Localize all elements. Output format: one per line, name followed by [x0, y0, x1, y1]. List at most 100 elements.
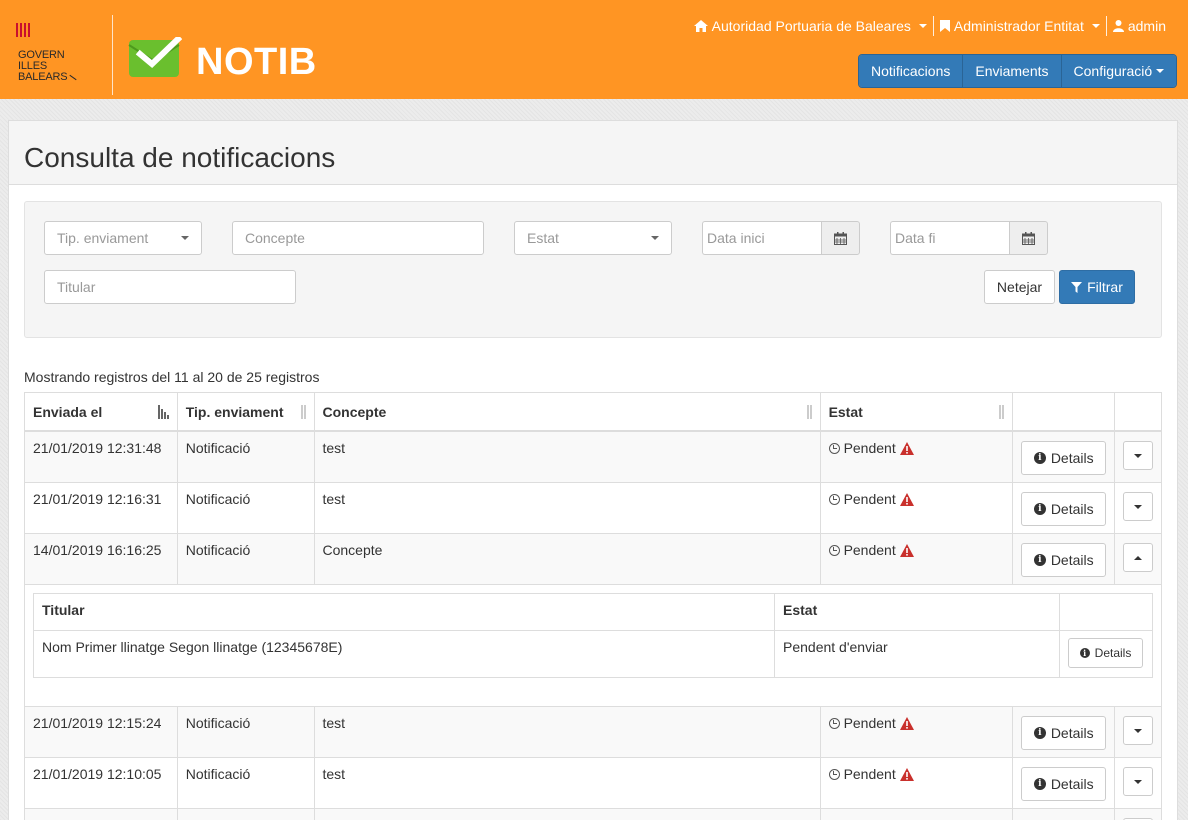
user-label: admin — [1127, 18, 1166, 34]
page-title: Consulta de notificacions — [24, 142, 336, 173]
cell-tip: Notificació — [178, 758, 315, 808]
collapse-toggle-button[interactable] — [1123, 543, 1154, 572]
entity-dropdown[interactable]: Autoridad Portuaria de Baleares — [688, 18, 933, 34]
col-tip-label: Tip. enviament — [185, 403, 284, 420]
cell-enviada: 21/01/2019 12:15:24 — [25, 707, 178, 757]
filter-icon — [1071, 281, 1083, 293]
estat-text: Pendent — [843, 440, 896, 456]
chevron-down-icon — [918, 24, 927, 28]
main-panel: Consulta de notificacions Tip. enviament… — [8, 120, 1178, 820]
chevron-up-icon — [1134, 555, 1143, 560]
data-inici-input[interactable]: Data inici — [702, 221, 821, 255]
enviament-details-button[interactable]: i Details — [1068, 638, 1143, 668]
subtable-header-row: Titular Estat — [34, 594, 1152, 631]
data-inici-calendar-button[interactable] — [821, 221, 860, 255]
expand-toggle-button[interactable] — [1123, 767, 1154, 796]
col-tip-header[interactable]: Tip. enviament — [178, 393, 315, 430]
col-enviada-header[interactable]: Enviada el — [25, 393, 178, 430]
col-estat-label: Estat — [828, 403, 863, 420]
netejar-label: Netejar — [996, 279, 1043, 295]
cell-estat: Pendent — [821, 534, 1014, 584]
info-icon: i — [1033, 778, 1046, 790]
estat-text: Pendent — [843, 715, 896, 731]
clock-icon — [828, 442, 840, 454]
warning-icon — [899, 492, 914, 506]
calendar-icon — [1022, 231, 1035, 245]
info-icon: i — [1079, 648, 1090, 658]
sort-icon — [300, 404, 306, 419]
nav-configuracio[interactable]: Configuració — [1061, 55, 1177, 87]
data-inici-placeholder: Data inici — [707, 230, 765, 246]
cell-enviada: 21/01/2019 12:10:05 — [25, 758, 178, 808]
details-button[interactable]: i Details — [1021, 543, 1107, 577]
details-label: Details — [1050, 725, 1094, 741]
user-icon — [1112, 20, 1124, 32]
clock-icon — [828, 544, 840, 556]
estat-select[interactable]: Estat — [514, 221, 672, 255]
concepte-input[interactable]: Concepte — [232, 221, 484, 255]
filtrar-button[interactable]: Filtrar — [1059, 270, 1135, 304]
info-icon: i — [1033, 554, 1046, 566]
netejar-button[interactable]: Netejar — [984, 270, 1055, 304]
data-fi-placeholder: Data fi — [895, 230, 936, 246]
app-header: GOVERN ILLES BALEARS NOTIB Autoridad Por… — [0, 0, 1188, 99]
col-enviada-label: Enviada el — [33, 403, 103, 420]
data-fi-input[interactable]: Data fi — [890, 221, 1009, 255]
sub-col-estat: Estat — [775, 594, 1060, 630]
data-fi-calendar-button[interactable] — [1009, 221, 1048, 255]
sub-cell-estat: Pendent d'enviar — [775, 631, 1060, 677]
expand-toggle-button[interactable] — [1123, 716, 1154, 745]
table-row: 21/01/2019 12:15:24 Notificació test Pen… — [25, 707, 1161, 758]
cell-tip: Notificació — [178, 432, 315, 482]
nav-notificacions[interactable]: Notificacions — [859, 55, 964, 87]
details-button[interactable]: i Details — [1021, 716, 1107, 750]
tip-enviament-placeholder: Tip. enviament — [57, 230, 149, 246]
info-icon: i — [1033, 727, 1046, 739]
details-button[interactable]: i Details — [1021, 441, 1107, 475]
user-menu: Autoridad Portuaria de Baleares Administ… — [688, 14, 1172, 38]
subtable-row: Nom Primer llinatge Segon llinatge (1234… — [34, 631, 1152, 677]
entity-label: Autoridad Portuaria de Baleares — [711, 18, 911, 34]
cell-tip: Notificació — [178, 483, 315, 533]
user-dropdown[interactable]: admin — [1107, 18, 1172, 34]
notifications-table: Enviada el Tip. enviament Concepte Estat… — [24, 392, 1162, 820]
sort-desc-icon — [157, 404, 169, 419]
col-toggle-header — [1115, 393, 1161, 430]
estat-text: Pendent — [843, 542, 896, 558]
table-row: 21/01/2019 12:10:05 Notificació test Pen… — [25, 758, 1161, 809]
col-actions-header — [1013, 393, 1116, 430]
details-button[interactable]: i Details — [1021, 492, 1107, 526]
cell-enviada: 21/01/2019 12:16:31 — [25, 483, 178, 533]
expand-toggle-button[interactable] — [1123, 492, 1154, 521]
tip-enviament-select[interactable]: Tip. enviament — [44, 221, 202, 255]
info-icon: i — [1033, 503, 1046, 515]
data-fi-group: Data fi — [890, 221, 1048, 255]
warning-icon — [899, 543, 914, 557]
app-name: NOTIB — [196, 41, 317, 83]
cell-concepte: test — [315, 432, 821, 482]
cell-tip: Notificació — [178, 707, 315, 757]
cell-concepte: test — [315, 758, 821, 808]
col-estat-header[interactable]: Estat — [821, 393, 1014, 430]
titular-input[interactable]: Titular — [44, 270, 296, 304]
chevron-down-icon — [181, 236, 189, 240]
header-divider — [112, 15, 113, 95]
role-dropdown[interactable]: Administrador Entitat — [934, 18, 1106, 34]
govern-illes-balears-logo: GOVERN ILLES BALEARS — [14, 20, 84, 90]
sort-icon — [999, 404, 1005, 419]
clock-icon — [828, 493, 840, 505]
expand-toggle-button[interactable] — [1123, 441, 1154, 470]
sub-col-titular: Titular — [34, 594, 775, 630]
cell-estat: Pendent — [821, 483, 1014, 533]
details-button[interactable]: i Details — [1021, 767, 1107, 801]
col-concepte-header[interactable]: Concepte — [315, 393, 821, 430]
nav-enviaments[interactable]: Enviaments — [963, 55, 1062, 87]
enviaments-subtable: Titular Estat Nom Primer llinatge Segon … — [33, 593, 1153, 678]
sub-col-actions — [1060, 594, 1152, 630]
clock-icon — [828, 768, 840, 780]
table-row: 21/01/2019 12:31:48 Notificació test Pen… — [25, 432, 1161, 483]
bookmark-icon — [939, 20, 950, 32]
shield-icon — [16, 20, 30, 40]
estat-placeholder: Estat — [527, 230, 559, 246]
table-header-row: Enviada el Tip. enviament Concepte Estat — [25, 393, 1161, 432]
